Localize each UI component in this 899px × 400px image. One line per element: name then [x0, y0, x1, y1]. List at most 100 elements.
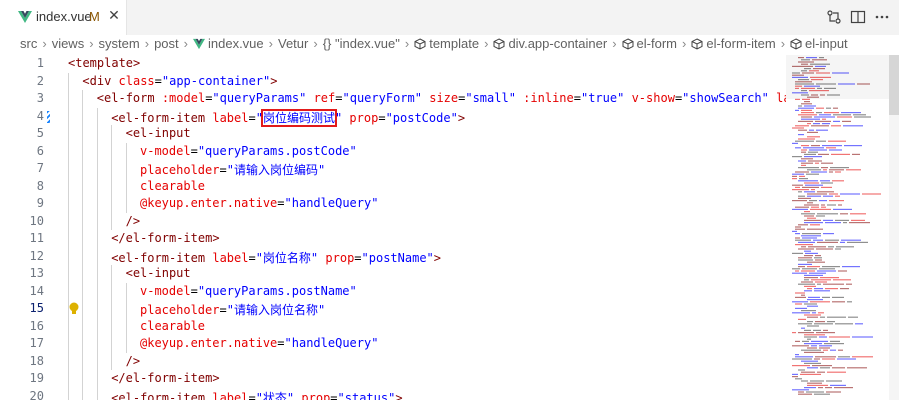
breadcrumb-item[interactable]: el-form-item: [691, 36, 776, 51]
code-line[interactable]: v-model="queryParams.postName": [140, 284, 357, 298]
code-line[interactable]: />: [126, 214, 140, 228]
code-token: </el-form-item>: [111, 231, 220, 245]
code-token: "postName": [361, 250, 434, 265]
code-line[interactable]: </el-form-item>: [111, 371, 219, 385]
code-token: =: [277, 196, 285, 210]
split-editor-icon[interactable]: [850, 9, 866, 25]
code-line[interactable]: <el-form :model="queryParams" ref="query…: [97, 91, 786, 105]
code-token: >: [457, 110, 466, 125]
code-line[interactable]: placeholder="请输入岗位名称": [140, 301, 325, 318]
indent-guide: [82, 125, 84, 143]
breadcrumb-label: el-form-item: [706, 36, 776, 51]
breadcrumb-item[interactable]: el-input: [790, 36, 848, 51]
indent-guide: [68, 107, 69, 125]
indent-guide: [96, 230, 98, 248]
breadcrumb-item[interactable]: system: [99, 36, 140, 51]
code-token: placeholder: [140, 303, 220, 317]
lightbulb-icon[interactable]: [68, 302, 80, 316]
code-line[interactable]: </el-form-item>: [111, 231, 219, 245]
chevron-right-icon: ›: [404, 36, 410, 51]
line-number: 11: [29, 231, 44, 245]
vue-file-icon: [192, 38, 205, 49]
chevron-right-icon: ›: [89, 36, 94, 51]
indent-guide: [125, 195, 127, 213]
symbol-field-icon: [790, 37, 802, 50]
code-token: =: [248, 110, 256, 125]
line-number: 13: [29, 266, 44, 280]
indent-guide: [125, 142, 127, 160]
code-token: "queryParams.postCode": [197, 143, 357, 158]
code-token: label: [776, 91, 786, 105]
open-changes-icon[interactable]: [826, 9, 842, 25]
code-token: =: [190, 283, 198, 298]
code-line[interactable]: placeholder="请输入岗位编码": [140, 161, 325, 178]
indent-guide: [68, 72, 69, 90]
indent-guide: [68, 282, 69, 300]
indent-guide: [96, 317, 98, 335]
indent-guide: [125, 300, 127, 318]
code-line[interactable]: v-model="queryParams.postCode": [140, 144, 357, 158]
breadcrumb-item[interactable]: views: [52, 36, 85, 51]
breadcrumb-item[interactable]: div.app-container: [493, 36, 607, 51]
code-line[interactable]: <el-form-item label="岗位名称" prop="postNam…: [111, 249, 441, 266]
breadcrumb-item[interactable]: template: [414, 36, 479, 51]
code-token: />: [125, 213, 141, 228]
code-token: ref: [313, 91, 336, 105]
minimap[interactable]: [786, 55, 890, 400]
code-line[interactable]: <el-form-item label="状态" prop="status">: [111, 389, 402, 400]
code-line[interactable]: <template>: [68, 56, 140, 70]
breadcrumb-item[interactable]: post: [154, 36, 179, 51]
code-token: ": [255, 110, 263, 125]
modified-line-indicator[interactable]: [47, 110, 50, 123]
code-line[interactable]: />: [126, 354, 140, 368]
breadcrumb-label: {} "index.vue": [322, 36, 400, 51]
code-token: <el-input: [125, 266, 191, 280]
indent-guide: [111, 282, 113, 300]
code-line[interactable]: <el-form-item label="岗位编码测试" prop="postC…: [111, 108, 466, 127]
code-token: =: [330, 390, 338, 400]
code-line[interactable]: <div class="app-container">: [82, 74, 277, 88]
line-number: 12: [29, 248, 44, 263]
indent-guide: [82, 387, 84, 400]
tab-index-vue[interactable]: index.vue M ✕: [0, 0, 127, 35]
indent-guide: [111, 352, 113, 370]
breadcrumb-item[interactable]: {} "index.vue": [323, 36, 400, 51]
breadcrumb-item[interactable]: el-form: [622, 36, 677, 51]
indent-guide: [68, 160, 69, 178]
code-editor[interactable]: 1 <template> 2 <div class="app-container"> 3…: [0, 55, 786, 400]
code-token: :inline: [523, 91, 574, 105]
code-token: label: [212, 110, 249, 125]
breadcrumb-item[interactable]: index.vue: [192, 36, 264, 51]
code-line[interactable]: <el-input: [126, 266, 191, 280]
code-token: placeholder: [140, 163, 220, 177]
more-actions-icon[interactable]: [874, 9, 890, 25]
indent-guide: [96, 370, 98, 388]
line-number: 20: [29, 388, 44, 400]
close-icon[interactable]: ✕: [106, 8, 122, 24]
code-token: "true": [580, 91, 625, 105]
code-line[interactable]: @keyup.enter.native="handleQuery": [140, 196, 378, 210]
code-token: "small": [465, 91, 516, 105]
indent-guide: [96, 160, 98, 178]
indent-guide: [96, 300, 98, 318]
indent-guide: [82, 195, 84, 213]
code-token: prop: [349, 110, 379, 125]
scrollbar-thumb[interactable]: [889, 55, 899, 115]
tab-bar: index.vue M ✕: [0, 0, 899, 36]
indent-guide: [96, 282, 98, 300]
code-token: />: [125, 353, 141, 368]
code-token: "queryParams.postName": [197, 283, 357, 298]
code-line[interactable]: <el-input: [126, 126, 191, 140]
breadcrumb-item[interactable]: src: [20, 36, 37, 51]
symbol-field-icon: [691, 37, 703, 50]
code-line[interactable]: @keyup.enter.native="handleQuery": [140, 336, 378, 350]
chevron-right-icon: ›: [313, 36, 318, 51]
code-line[interactable]: clearable: [140, 179, 205, 193]
breadcrumb-item[interactable]: Vetur: [278, 36, 308, 51]
indent-guide: [111, 265, 113, 283]
code-token: clearable: [140, 318, 206, 333]
line-number: 6: [36, 143, 44, 158]
line-number: 1: [36, 56, 44, 70]
code-line[interactable]: clearable: [140, 319, 205, 333]
indent-guide: [68, 335, 69, 353]
